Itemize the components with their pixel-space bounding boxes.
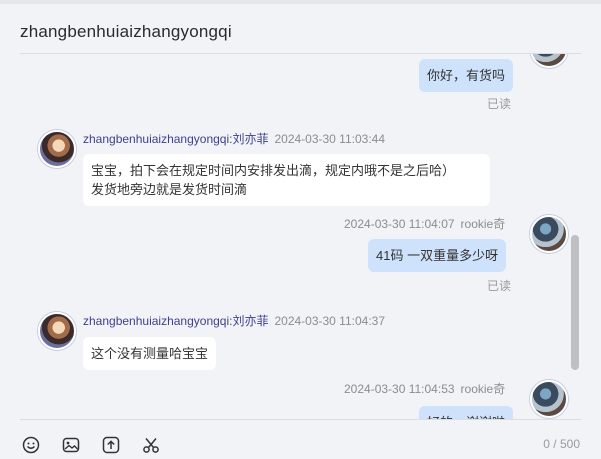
emoji-icon[interactable] <box>22 436 40 454</box>
message-bubble-self: 你好，有货吗 <box>419 59 514 92</box>
message-bubble-other: 宝宝，拍下会在规定时间内安排发出滴，规定内哦不是之后哈） 发货地旁边就是发货时间… <box>83 154 490 206</box>
scissors-icon[interactable] <box>142 436 160 454</box>
divider <box>20 419 581 420</box>
sender-name: zhangbenhuiaizhangyongqi:刘亦菲 <box>83 314 269 328</box>
message-line: 宝宝，拍下会在规定时间内安排发出滴，规定内哦不是之后哈） <box>91 163 456 178</box>
message-line: 发货地旁边就是发货时间滴 <box>91 182 248 197</box>
scrollbar-thumb[interactable] <box>571 235 579 370</box>
message-bubble-self: 好的，谢谢啦 <box>419 406 514 419</box>
avatar-other[interactable] <box>38 312 76 350</box>
scrollbar[interactable] <box>571 235 579 370</box>
conversation-title: zhangbenhuiaizhangyongqi <box>20 22 232 41</box>
message-meta: zhangbenhuiaizhangyongqi:刘亦菲 2024-03-30 1… <box>83 312 385 329</box>
message-time: 2024-03-30 11:04:07 <box>344 217 455 231</box>
message-bubble-self: 41码 一双重量多少呀 <box>368 239 507 272</box>
image-icon[interactable] <box>62 436 80 454</box>
read-status: 已读 <box>487 97 512 111</box>
message-time: 2024-03-30 11:03:44 <box>274 132 386 146</box>
avatar-self[interactable] <box>530 380 568 418</box>
message-meta: 2024-03-30 11:04:53 rookie奇 <box>344 380 505 397</box>
sender-name: rookie奇 <box>460 382 506 396</box>
character-counter: 0 / 500 <box>543 437 580 451</box>
avatar-self[interactable] <box>530 215 568 253</box>
avatar-self[interactable] <box>530 54 568 68</box>
chat-history[interactable]: 你好，有货吗 已读 zhangbenhuiaizhangyongqi:刘亦菲 20… <box>0 54 601 419</box>
message-time: 2024-03-30 11:04:53 <box>344 382 455 396</box>
message-bubble-other: 这个没有测量哈宝宝 <box>83 337 217 370</box>
sender-name: rookie奇 <box>460 217 506 231</box>
upload-icon[interactable] <box>102 436 120 454</box>
message-time: 2024-03-30 11:04:37 <box>274 314 386 328</box>
avatar-other[interactable] <box>38 130 76 168</box>
message-meta: zhangbenhuiaizhangyongqi:刘亦菲 2024-03-30 1… <box>83 130 385 147</box>
top-border <box>0 0 601 4</box>
message-meta: 2024-03-30 11:04:07 rookie奇 <box>344 215 505 232</box>
sender-name: zhangbenhuiaizhangyongqi:刘亦菲 <box>83 132 269 146</box>
read-status: 已读 <box>487 279 512 293</box>
